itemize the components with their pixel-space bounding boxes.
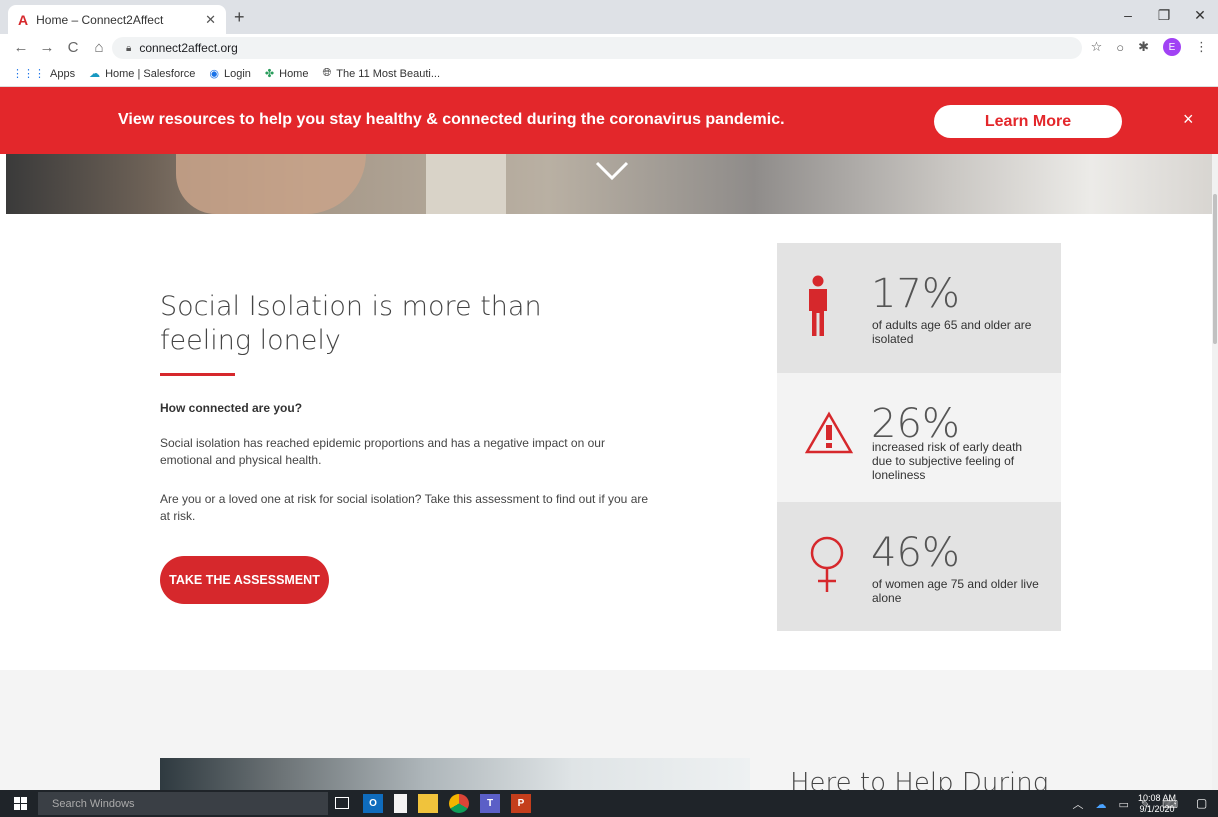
- lower-section-image: [160, 758, 750, 790]
- page-scrollbar[interactable]: [1212, 154, 1218, 790]
- covid-banner: View resources to help you stay healthy …: [0, 87, 1218, 154]
- scrollbar-thumb[interactable]: [1213, 194, 1217, 344]
- stat-card-isolated: 17% of adults age 65 and older are isola…: [777, 243, 1061, 373]
- stat-card-women-alone: 46% of women age 75 and older live alone: [777, 502, 1061, 631]
- network-icon[interactable]: ▭: [1118, 798, 1128, 811]
- windows-taskbar: Search Windows O T P ︿ ☁ ▭ ✎ ⌨ 10:08 AM …: [0, 790, 1218, 817]
- female-icon: [810, 536, 844, 592]
- file-icon[interactable]: [394, 794, 407, 813]
- lower-section-heading: Here to Help During: [790, 768, 1049, 790]
- title-underline: [160, 373, 235, 376]
- windows-search-input[interactable]: Search Windows: [38, 792, 328, 815]
- login-icon: ◉: [209, 68, 219, 80]
- take-assessment-button[interactable]: TAKE THE ASSESSMENT: [160, 556, 329, 604]
- onedrive-icon[interactable]: ☁: [1095, 798, 1106, 811]
- section-subhead: How connected are you?: [160, 401, 303, 415]
- forward-icon[interactable]: →: [34, 39, 60, 56]
- restore-icon[interactable]: ❐: [1146, 0, 1182, 30]
- section-title: Social Isolation is more than feeling lo…: [160, 291, 542, 356]
- banner-text: View resources to help you stay healthy …: [118, 111, 785, 128]
- outlook-icon[interactable]: O: [363, 794, 383, 813]
- assessment-paragraph: Are you or a loved one at risk for socia…: [160, 492, 649, 523]
- salesforce-cloud-icon: ☁: [89, 68, 101, 80]
- home-bookmark-icon: ✤: [264, 68, 275, 80]
- intro-paragraph: Social isolation has reached epidemic pr…: [160, 436, 605, 467]
- file-explorer-icon[interactable]: [418, 794, 438, 813]
- browser-tab[interactable]: A Home – Connect2Affect ✕: [8, 5, 226, 34]
- toolbar-right-icons: ☆ ○ ✱ E ⋮: [1091, 38, 1208, 56]
- stat-card-loneliness: 26% increased risk of early death due to…: [777, 373, 1061, 502]
- taskbar-apps: O T P: [332, 794, 531, 813]
- stat-description: of women age 75 and older live alone: [872, 577, 1039, 605]
- globe-icon: 🌐︎: [322, 67, 332, 79]
- browser-tab-bar: A Home – Connect2Affect ✕ + – ❐ ✕: [0, 0, 1218, 34]
- person-icon: [809, 275, 827, 336]
- bookmark-most-beautiful[interactable]: 🌐︎ The 11 Most Beauti...: [322, 67, 440, 80]
- star-icon[interactable]: ☆: [1091, 39, 1103, 55]
- chrome-icon[interactable]: [449, 794, 469, 813]
- home-icon[interactable]: ⌂: [86, 39, 112, 56]
- stat-description: increased risk of early death due to sub…: [872, 440, 1023, 482]
- profile-avatar[interactable]: E: [1163, 38, 1181, 56]
- bookmark-login[interactable]: ◉ Login: [209, 67, 251, 81]
- chevron-down-icon[interactable]: [594, 160, 630, 182]
- tray-chevron-up-icon[interactable]: ︿: [1072, 796, 1083, 812]
- task-view-icon[interactable]: [335, 797, 349, 809]
- tab-title: Home – Connect2Affect: [36, 12, 164, 27]
- extension-circle-icon[interactable]: ○: [1116, 40, 1124, 55]
- menu-icon[interactable]: ⋮: [1195, 39, 1208, 55]
- stat-value: 17%: [871, 271, 960, 317]
- clock-date: 9/1/2020: [1139, 804, 1175, 814]
- warning-icon: [805, 411, 853, 454]
- window-controls: – ❐ ✕: [1110, 0, 1218, 30]
- banner-close-icon[interactable]: ×: [1183, 109, 1194, 130]
- lock-icon: 🔒︎: [126, 42, 132, 54]
- address-bar[interactable]: 🔒︎ connect2affect.org: [112, 37, 1082, 59]
- minimize-icon[interactable]: –: [1110, 0, 1146, 30]
- powerpoint-icon[interactable]: P: [511, 794, 531, 813]
- stat-value: 46%: [871, 530, 960, 576]
- learn-more-button[interactable]: Learn More: [934, 105, 1122, 138]
- bookmarks-bar: ⋮⋮⋮ Apps ☁ Home | Salesforce ◉ Login ✤ Home …: [0, 61, 1218, 87]
- close-window-icon[interactable]: ✕: [1182, 0, 1218, 30]
- site-favicon-icon: A: [18, 11, 29, 28]
- windows-start-icon[interactable]: [14, 797, 27, 810]
- extensions-puzzle-icon[interactable]: ✱: [1138, 39, 1149, 55]
- bookmark-apps[interactable]: ⋮⋮⋮ Apps: [12, 67, 75, 81]
- bookmark-home[interactable]: ✤ Home: [264, 67, 309, 81]
- url-text: connect2affect.org: [139, 41, 238, 55]
- hero-image: [6, 154, 1212, 214]
- stat-description: of adults age 65 and older are isolated: [872, 318, 1032, 346]
- taskbar-clock[interactable]: 10:08 AM 9/1/2020: [1138, 793, 1176, 815]
- clock-time: 10:08 AM: [1138, 793, 1177, 803]
- hero-cup-shape: [426, 154, 506, 214]
- browser-toolbar: ← → C ⌂ 🔒︎ connect2affect.org ☆ ○ ✱ E ⋮: [0, 34, 1218, 61]
- teams-icon[interactable]: T: [480, 794, 500, 813]
- bookmark-salesforce[interactable]: ☁ Home | Salesforce: [89, 67, 195, 81]
- apps-grid-icon: ⋮⋮⋮: [12, 68, 45, 80]
- notifications-icon[interactable]: ▢: [1196, 796, 1207, 810]
- new-tab-icon[interactable]: +: [234, 7, 245, 28]
- reload-icon[interactable]: C: [60, 39, 86, 56]
- close-tab-icon[interactable]: ✕: [205, 12, 216, 28]
- back-icon[interactable]: ←: [8, 39, 34, 56]
- hero-hand-shape: [176, 154, 366, 214]
